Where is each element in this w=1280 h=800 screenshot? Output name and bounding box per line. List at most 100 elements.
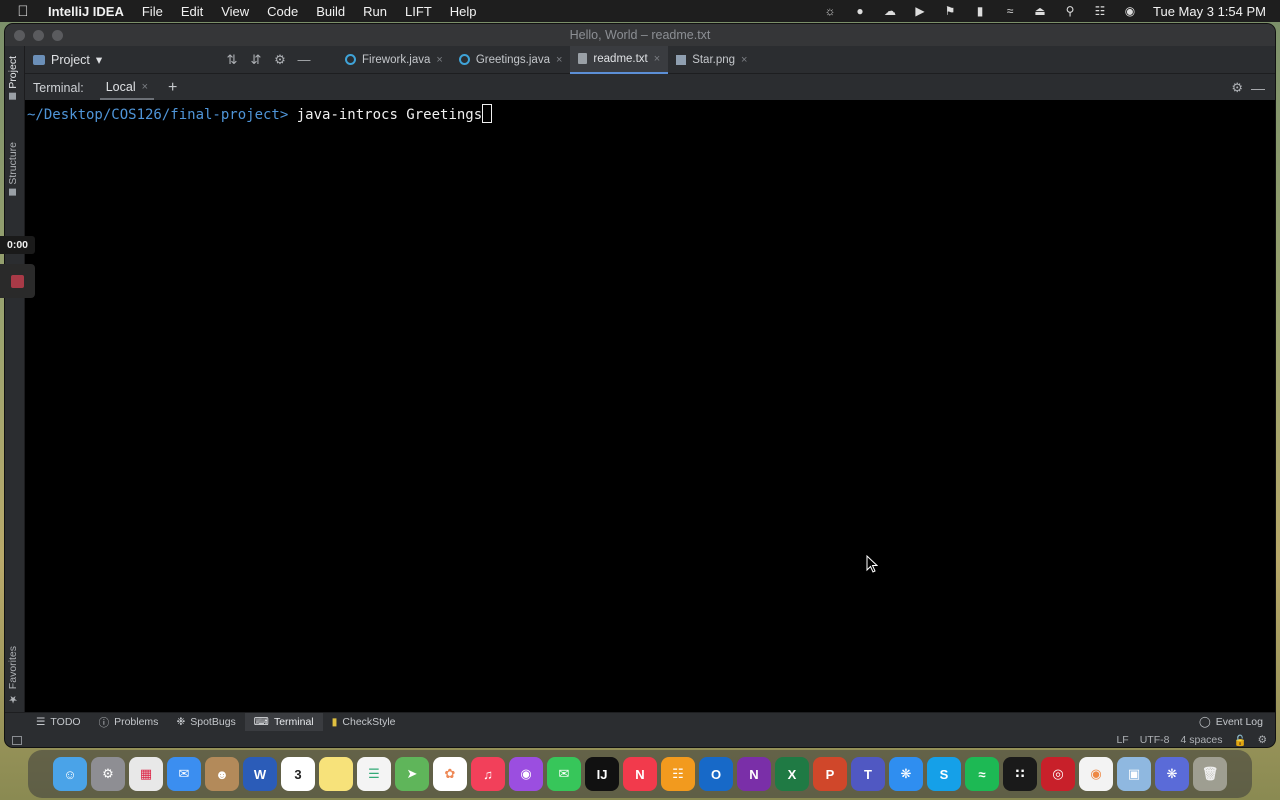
terminal-prompt-line[interactable]: ~/Desktop/COS126/final-project> java-int… [27, 104, 493, 123]
menu-clock[interactable]: Tue May 3 1:54 PM [1145, 4, 1266, 19]
indent-indicator[interactable]: 4 spaces [1180, 734, 1222, 747]
tab-readme-txt[interactable]: readme.txt × [570, 45, 669, 74]
battery-icon[interactable]: ▮ [965, 4, 995, 18]
menu-view[interactable]: View [212, 4, 258, 19]
menu-build[interactable]: Build [307, 4, 354, 19]
tab-label: readme.txt [593, 52, 648, 65]
settings-app-icon[interactable]: ❋ [1155, 757, 1189, 791]
intellij-icon[interactable]: IJ [585, 757, 619, 791]
control-center-icon[interactable]: ☷ [1085, 4, 1115, 18]
terminal-header: Terminal: Local × + ⚙ — [25, 75, 1275, 100]
settings-icon[interactable]: ⚙ [91, 757, 125, 791]
menu-help[interactable]: Help [441, 4, 486, 19]
stop-icon [11, 274, 24, 288]
menu-lift[interactable]: LIFT [396, 4, 441, 19]
tab-problems[interactable]: ⓘ Problems [90, 713, 168, 732]
gear-icon[interactable]: ⚙ [1258, 734, 1267, 747]
tab-todo[interactable]: ☰ TODO [27, 713, 90, 732]
launchpad-icon[interactable]: ▦ [129, 757, 163, 791]
close-icon[interactable]: × [741, 54, 747, 66]
menu-app-name[interactable]: IntelliJ IDEA [46, 4, 133, 19]
close-icon[interactable]: × [436, 54, 442, 66]
apple-icon[interactable]:  [0, 3, 46, 20]
maps-icon[interactable]: ➤ [395, 757, 429, 791]
eject-icon[interactable]: ⏏ [1025, 4, 1055, 18]
collapse-all-icon[interactable]: ⇵ [249, 52, 263, 68]
expand-all-icon[interactable]: ⇅ [225, 52, 239, 68]
tab-star-png[interactable]: Star.png × [668, 46, 755, 74]
structure-tool-label: Structure [7, 142, 19, 185]
news-icon[interactable]: N [623, 757, 657, 791]
terminal-output[interactable]: ~/Desktop/COS126/final-project> java-int… [25, 100, 1275, 712]
typed-command: java-introcs Greetings [288, 107, 483, 123]
contacts-icon[interactable]: ☻ [205, 757, 239, 791]
finder-icon[interactable]: ☺ [53, 757, 87, 791]
spotify-icon[interactable]: ≈ [965, 757, 999, 791]
close-window-button[interactable] [14, 30, 25, 41]
lock-icon[interactable]: 🔓 [1234, 734, 1247, 747]
toggle-tool-windows-icon[interactable] [12, 735, 22, 745]
encoding-indicator[interactable]: UTF-8 [1140, 734, 1170, 747]
chevron-down-icon: ▾ [95, 53, 103, 67]
cloud-icon[interactable]: ☁ [875, 4, 905, 18]
project-selector[interactable]: Project ▾ [25, 52, 225, 67]
safari-icon[interactable]: ❋ [889, 757, 923, 791]
close-icon[interactable]: × [142, 81, 148, 93]
event-log-button[interactable]: ◯ Event Log [1199, 716, 1263, 728]
tab-spotbugs[interactable]: ❉ SpotBugs [167, 713, 244, 732]
brightness-icon[interactable]: ☼ [815, 4, 845, 18]
project-tool-tab[interactable]: Project [7, 56, 19, 100]
hide-panel-icon[interactable]: — [1251, 80, 1265, 96]
terminal-session-tab[interactable]: Local × [99, 75, 155, 100]
checkstyle-icon: ▮ [331, 716, 338, 728]
hide-panel-icon[interactable]: — [297, 52, 311, 68]
word-icon[interactable]: W [243, 757, 277, 791]
play-icon[interactable]: ▶ [905, 4, 935, 18]
zoom-window-button[interactable] [52, 30, 63, 41]
siri-icon[interactable]: ◉ [1115, 4, 1145, 18]
close-icon[interactable]: × [556, 54, 562, 66]
tab-greetings-java[interactable]: Greetings.java × [451, 46, 571, 74]
stop-recording-button[interactable] [0, 264, 35, 298]
notes-icon[interactable] [319, 757, 353, 791]
tab-firework-java[interactable]: Firework.java × [337, 46, 451, 74]
notification-icon[interactable]: ● [845, 4, 875, 18]
tab-checkstyle[interactable]: ▮ CheckStyle [323, 713, 405, 732]
structure-tool-tab[interactable]: Structure [7, 142, 19, 196]
flag-icon[interactable]: ⚑ [935, 4, 965, 18]
minimize-window-button[interactable] [33, 30, 44, 41]
books-icon[interactable]: ☷ [661, 757, 695, 791]
messages-icon[interactable]: ✉ [547, 757, 581, 791]
search-icon[interactable]: ⚲ [1055, 4, 1085, 18]
excel-icon[interactable]: X [775, 757, 809, 791]
chrome-icon[interactable]: ◉ [1079, 757, 1113, 791]
music-icon[interactable]: ♫ [471, 757, 505, 791]
new-terminal-icon[interactable]: + [168, 79, 177, 97]
grid-app-icon[interactable]: ∷ [1003, 757, 1037, 791]
photos-icon[interactable]: ✿ [433, 757, 467, 791]
line-separator-indicator[interactable]: LF [1116, 734, 1128, 747]
wifi-icon[interactable]: ≈ [995, 4, 1025, 18]
record-app-icon[interactable]: ◎ [1041, 757, 1075, 791]
powerpoint-icon[interactable]: P [813, 757, 847, 791]
teams-icon[interactable]: T [851, 757, 885, 791]
gear-icon[interactable]: ⚙ [1231, 80, 1243, 96]
trash-icon[interactable]: 🗑 [1193, 757, 1227, 791]
onenote-icon[interactable]: N [737, 757, 771, 791]
menu-code[interactable]: Code [258, 4, 307, 19]
favorites-tool-tab[interactable]: ★ Favorites [7, 646, 19, 705]
tab-terminal[interactable]: ⌨ Terminal [244, 712, 323, 732]
mail-icon[interactable]: ✉ [167, 757, 201, 791]
reminders-icon[interactable]: ☰ [357, 757, 391, 791]
outlook-icon[interactable]: O [699, 757, 733, 791]
preview-icon[interactable]: ▣ [1117, 757, 1151, 791]
gear-icon[interactable]: ⚙ [273, 52, 287, 68]
close-icon[interactable]: × [654, 53, 660, 65]
status-bar: LF UTF-8 4 spaces 🔓 ⚙ [5, 731, 1275, 747]
menu-run[interactable]: Run [354, 4, 396, 19]
menu-edit[interactable]: Edit [172, 4, 212, 19]
podcasts-icon[interactable]: ◉ [509, 757, 543, 791]
menu-file[interactable]: File [133, 4, 172, 19]
calendar-icon[interactable]: 3 [281, 757, 315, 791]
skype-icon[interactable]: S [927, 757, 961, 791]
